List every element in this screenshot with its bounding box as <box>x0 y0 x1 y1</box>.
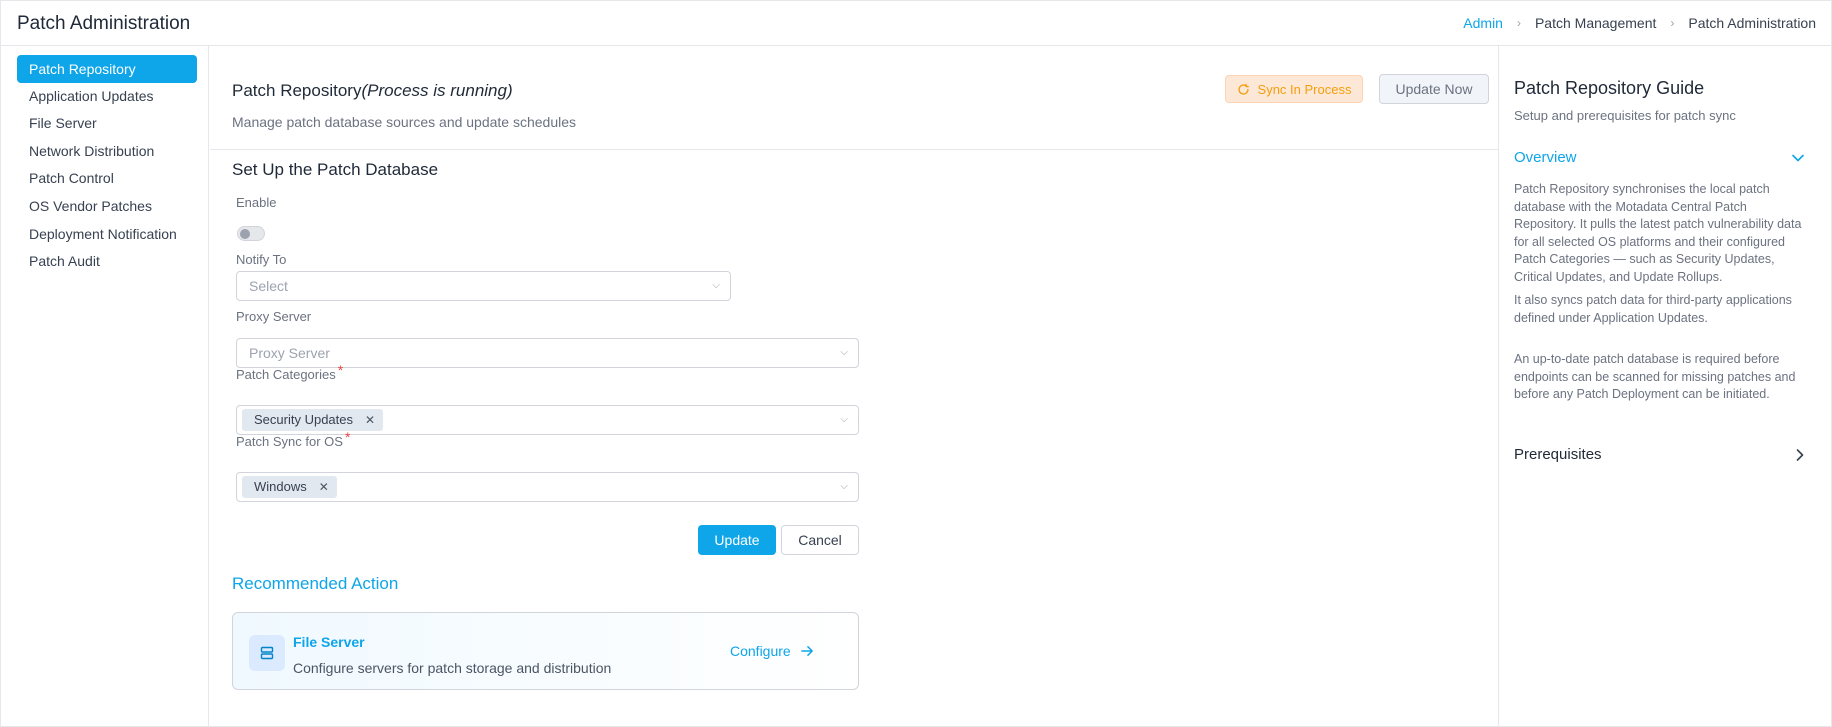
update-now-button[interactable]: Update Now <box>1379 74 1489 104</box>
overview-paragraph: It also syncs patch data for third-party… <box>1514 293 1792 325</box>
tag-security-updates: Security Updates ✕ <box>242 409 384 431</box>
chevron-right-icon: › <box>1516 16 1521 30</box>
recommended-action-card: File Server Configure servers for patch … <box>232 612 859 690</box>
guide-panel: Patch Repository Guide Setup and prerequ… <box>1498 46 1831 726</box>
notify-to-label: Notify To <box>236 252 287 267</box>
main-content: Patch Repository(Process is running) Man… <box>210 46 1498 726</box>
patch-categories-label: Patch Categories * <box>236 362 343 382</box>
chevron-down-icon: ⌵ <box>840 481 848 492</box>
required-marker: * <box>344 429 351 445</box>
sidebar-item-os-vendor-patches[interactable]: OS Vendor Patches <box>17 192 197 220</box>
refresh-icon <box>1237 83 1249 95</box>
proxy-server-placeholder: Proxy Server <box>249 345 330 361</box>
chevron-right-icon: › <box>1670 16 1675 30</box>
notify-to-select[interactable]: Select ⌵ <box>236 271 731 301</box>
sidebar: Patch Repository Application Updates Fil… <box>1 46 209 726</box>
sync-in-process-label: Sync In Process <box>1257 81 1352 97</box>
page-title: Patch Administration <box>17 13 191 34</box>
patch-sync-os-select[interactable]: Windows ✕ ⌵ <box>236 472 859 502</box>
patch-sync-os-label-text: Patch Sync for OS <box>236 434 343 449</box>
recommended-card-title[interactable]: File Server <box>293 634 365 650</box>
required-marker: * <box>337 362 344 378</box>
accordion-overview[interactable]: Overview <box>1514 149 1804 166</box>
breadcrumb-patch-administration: Patch Administration <box>1688 15 1816 31</box>
sidebar-item-patch-audit[interactable]: Patch Audit <box>17 247 197 275</box>
section-heading: Patch Repository(Process is running) <box>232 81 513 101</box>
recommended-card-description: Configure servers for patch storage and … <box>293 660 612 676</box>
sync-in-process-button[interactable]: Sync In Process <box>1225 75 1363 103</box>
tag-windows: Windows ✕ <box>242 476 337 498</box>
form-section-title: Set Up the Patch Database <box>232 160 439 179</box>
update-button[interactable]: Update <box>698 525 776 555</box>
process-status-text: (Process is running) <box>361 81 513 100</box>
sidebar-item-patch-repository[interactable]: Patch Repository <box>17 55 197 83</box>
accordion-overview-label: Overview <box>1514 149 1577 166</box>
page-header: Patch Administration Admin › Patch Manag… <box>1 1 1831 46</box>
toggle-knob <box>240 229 250 239</box>
accordion-prerequisites[interactable]: Prerequisites <box>1514 446 1804 463</box>
chevron-down-icon: ⌵ <box>840 414 848 425</box>
remove-tag-icon[interactable]: ✕ <box>319 476 329 498</box>
guide-subtitle: Setup and prerequisites for patch sync <box>1514 108 1736 123</box>
configure-link[interactable]: Configure <box>730 643 814 659</box>
sidebar-item-file-server[interactable]: File Server <box>17 109 197 137</box>
breadcrumb: Admin › Patch Management › Patch Adminis… <box>1463 15 1816 31</box>
enable-toggle[interactable] <box>237 226 265 241</box>
patch-sync-os-label: Patch Sync for OS * <box>236 429 350 449</box>
tag-label: Windows <box>254 479 307 494</box>
section-subtitle: Manage patch database sources and update… <box>232 114 577 130</box>
chevron-right-icon <box>1796 448 1804 461</box>
enable-label: Enable <box>236 195 277 210</box>
guide-title: Patch Repository Guide <box>1514 78 1705 98</box>
sidebar-item-network-distribution[interactable]: Network Distribution <box>17 137 197 165</box>
arrow-right-icon <box>800 646 813 656</box>
patch-categories-select[interactable]: Security Updates ✕ ⌵ <box>236 405 859 435</box>
chevron-down-icon: ⌵ <box>840 347 848 358</box>
sidebar-item-patch-control[interactable]: Patch Control <box>17 164 197 192</box>
sidebar-item-deployment-notification[interactable]: Deployment Notification <box>17 220 197 248</box>
chevron-down-icon: ⌵ <box>712 280 720 291</box>
sidebar-item-application-updates[interactable]: Application Updates <box>17 82 197 110</box>
overview-paragraph: Patch Repository synchronises the local … <box>1514 182 1802 284</box>
tag-label: Security Updates <box>254 412 353 427</box>
breadcrumb-patch-management[interactable]: Patch Management <box>1535 15 1656 31</box>
proxy-server-label: Proxy Server <box>236 309 312 324</box>
cancel-button[interactable]: Cancel <box>781 525 859 555</box>
configure-label: Configure <box>730 643 791 659</box>
proxy-server-select[interactable]: Proxy Server ⌵ <box>236 338 859 368</box>
notify-to-placeholder: Select <box>249 278 288 294</box>
overview-paragraph: An up-to-date patch database is required… <box>1514 352 1796 401</box>
patch-categories-label-text: Patch Categories <box>236 367 336 382</box>
server-icon <box>249 635 285 671</box>
chevron-down-icon <box>1792 154 1804 161</box>
recommended-action-title: Recommended Action <box>232 574 399 593</box>
section-heading-text: Patch Repository <box>232 81 362 100</box>
breadcrumb-admin[interactable]: Admin <box>1463 15 1503 31</box>
remove-tag-icon[interactable]: ✕ <box>365 409 375 431</box>
divider <box>210 149 1498 150</box>
accordion-prerequisites-label: Prerequisites <box>1514 446 1602 463</box>
